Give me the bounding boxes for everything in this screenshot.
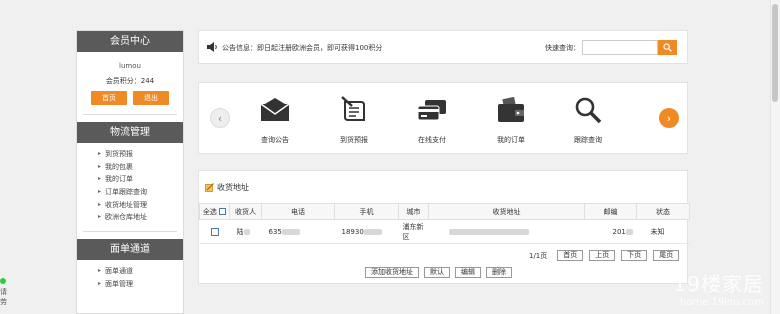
bullet-icon: ▸ (98, 200, 102, 208)
scrollbar-thumb[interactable] (772, 4, 778, 102)
header-city: 城市 (398, 203, 429, 220)
speaker-icon (207, 42, 218, 54)
document-pen-icon (324, 93, 384, 127)
select-all-checkbox[interactable] (219, 208, 227, 215)
menu-item-waybill-channel[interactable]: ▸ 面单通道 (98, 265, 183, 278)
carousel-next-button[interactable]: › (659, 108, 679, 128)
row-checkbox[interactable] (210, 227, 219, 236)
menu-item-my-packages[interactable]: ▸ 我的包裹 (98, 161, 183, 174)
waybill-title: 面单通道 (77, 239, 183, 261)
address-panel: 收货地址 全选 收货人 电话 手机 城市 收货地址 邮编 状态 陆 635 18… (198, 170, 690, 284)
notice-bar: 公告信息：即日起注册欧洲会员，即可获得100积分 快速查询： (198, 30, 688, 64)
magnifier-icon (558, 93, 618, 127)
row-phone: 635 (268, 227, 282, 236)
quick-query-input[interactable] (582, 40, 658, 55)
row-zip: 201 (612, 227, 626, 236)
address-title: 收货地址 (205, 182, 249, 193)
edit-button[interactable]: 编辑 (455, 267, 481, 278)
service-arrival-forecast[interactable]: 到货预报 (324, 93, 384, 145)
vertical-scrollbar[interactable] (770, 0, 780, 314)
service-carousel: ‹ 查询公告 到货预报 在线支付 我的订单 跟踪查询 › (198, 82, 688, 154)
service-my-orders[interactable]: 我的订单 (481, 93, 541, 145)
delete-button[interactable]: 删除 (486, 267, 512, 278)
left-edge-fragment: 请 劳 (0, 278, 7, 307)
logout-button[interactable]: 退出 (133, 91, 169, 105)
page-info: 1/1页 (529, 251, 548, 260)
service-announcement[interactable]: 查询公告 (245, 93, 305, 145)
home-button[interactable]: 首页 (91, 91, 127, 105)
redacted-mark (625, 228, 633, 235)
quick-query-button[interactable] (658, 40, 677, 55)
member-center-title: 会员中心 (77, 31, 183, 52)
bullet-icon: ▸ (98, 188, 102, 196)
status-dot-icon (0, 278, 6, 284)
envelope-icon (245, 93, 305, 127)
bullet-icon: ▸ (98, 175, 102, 183)
bullet-icon: ▸ (98, 150, 102, 157)
menu-item-order-tracking[interactable]: ▸ 订单跟踪查询 (98, 186, 183, 199)
row-receiver: 陆 (236, 227, 244, 236)
bullet-icon: ▸ (98, 162, 102, 170)
header-phone: 电话 (261, 203, 335, 220)
menu-item-waybill-management[interactable]: ▸ 面单管理 (98, 278, 183, 291)
redacted-mark (363, 228, 382, 235)
menu-item-arrival-forecast[interactable]: ▸ 到货预报 (98, 148, 183, 161)
select-all-header[interactable]: 全选 (199, 203, 230, 220)
left-edge-text: 请 劳 (0, 288, 7, 306)
logistics-title: 物流管理 (77, 122, 183, 143)
prev-page-button[interactable]: 上页 (589, 250, 616, 261)
table-header-row: 全选 收货人 电话 手机 城市 收货地址 邮编 状态 (199, 203, 690, 220)
watermark: 19楼家居 home.19lou.com (674, 268, 764, 308)
service-online-payment[interactable]: 在线支付 (402, 93, 462, 145)
redacted-mark (281, 228, 300, 235)
header-zip: 邮编 (584, 203, 637, 220)
row-mobile: 18930 (341, 227, 364, 236)
bullet-icon: ▸ (98, 267, 102, 275)
wallet-icon (481, 93, 541, 127)
service-tracking[interactable]: 跟踪查询 (558, 93, 618, 145)
search-icon (663, 43, 672, 52)
header-address: 收货地址 (428, 203, 585, 220)
notice-text: 公告信息：即日起注册欧洲会员，即可获得100积分 (222, 44, 383, 52)
header-status: 状态 (636, 203, 690, 220)
edit-icon (205, 183, 214, 192)
watermark-line1: 19楼家居 (673, 272, 764, 296)
address-actions: 添加收货地址 默认 编辑 删除 (365, 267, 512, 278)
member-points: 会员积分：244 (105, 77, 155, 85)
bullet-icon: ▸ (98, 279, 102, 287)
next-page-button[interactable]: 下页 (621, 250, 648, 261)
logistics-menu: ▸ 到货预报 ▸ 我的包裹 ▸ 我的订单 ▸ 订单跟踪查询 ▸ 收货地址管理 ▸ 欧洲仓库地… (77, 148, 183, 224)
table-row[interactable]: 陆 635 18930 浦东新区 201 未知 (199, 219, 690, 244)
redacted-address (448, 228, 529, 235)
menu-item-my-orders[interactable]: ▸ 我的订单 (98, 173, 183, 186)
quick-query-label: 快速查询： (545, 44, 580, 52)
menu-item-warehouse-address[interactable]: ▸ 欧洲仓库地址 (98, 211, 183, 224)
watermark-line2: home.19lou.com (679, 297, 764, 308)
set-default-button[interactable]: 默认 (424, 267, 450, 278)
pagination: 1/1页 首页 上页 下页 尾页 (529, 250, 680, 261)
bullet-icon: ▸ (98, 213, 102, 221)
sidebar: 会员中心 lumou 会员积分：244 首页 退出 物流管理 ▸ 到货预报 ▸ 我的… (76, 30, 184, 314)
row-status: 未知 (650, 227, 665, 236)
header-mobile: 手机 (334, 203, 399, 220)
waybill-menu: ▸ 面单通道 ▸ 面单管理 (77, 265, 183, 290)
username: lumou (119, 62, 141, 70)
redacted-mark (243, 228, 250, 235)
first-page-button[interactable]: 首页 (557, 250, 584, 261)
credit-card-icon (402, 93, 462, 127)
last-page-button[interactable]: 尾页 (653, 250, 680, 261)
add-address-button[interactable]: 添加收货地址 (365, 267, 419, 278)
header-receiver: 收货人 (229, 203, 262, 220)
menu-item-address-management[interactable]: ▸ 收货地址管理 (98, 199, 183, 212)
address-table: 全选 收货人 电话 手机 城市 收货地址 邮编 状态 陆 635 18930 浦… (199, 203, 690, 244)
carousel-prev-button[interactable]: ‹ (210, 108, 230, 128)
row-city: 浦东新区 (402, 222, 424, 241)
